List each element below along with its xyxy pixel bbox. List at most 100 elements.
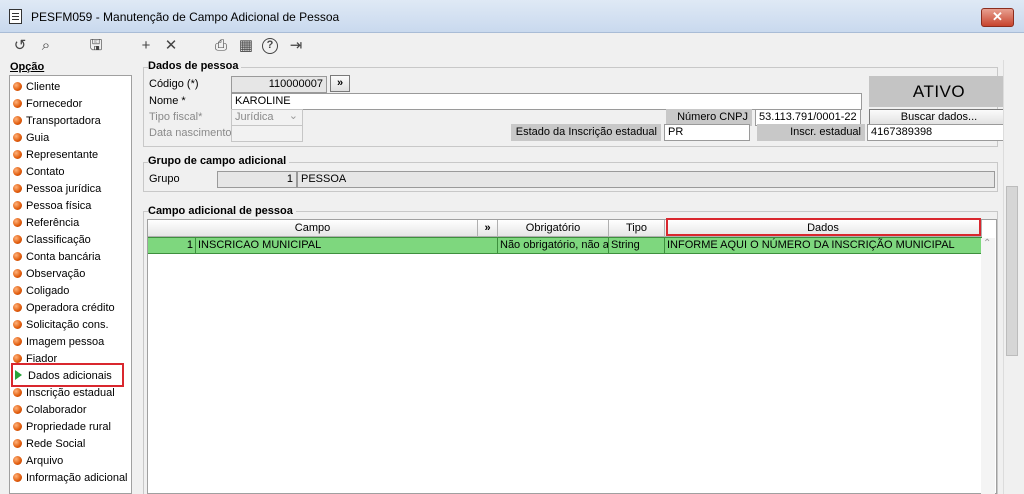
option-imagem-pessoa[interactable]: Imagem pessoa (13, 334, 104, 351)
bullet-icon (13, 201, 22, 210)
tipo-fiscal-label: Tipo fiscal* (149, 111, 203, 123)
bullet-icon (13, 82, 22, 91)
data-nascimento-field[interactable] (231, 125, 303, 142)
bullet-icon (13, 235, 22, 244)
tipo-fiscal-select[interactable]: Jurídica ⌄ (231, 109, 303, 126)
toolbar: ↺ ⌕ 🖫 + ✕ ⎙ ▦ ? ⇥ (0, 33, 1024, 59)
app-document-icon (9, 9, 22, 24)
option-classificacao[interactable]: Classificação (13, 232, 91, 249)
chevron-down-icon: ⌄ (288, 110, 298, 122)
grupo-label: Grupo (149, 173, 180, 185)
option-observacao[interactable]: Observação (13, 266, 85, 283)
nome-label: Nome * (149, 95, 186, 107)
col-header-nav-button[interactable]: » (478, 220, 498, 237)
option-transportadora[interactable]: Transportadora (13, 113, 101, 130)
option-conta-bancaria[interactable]: Conta bancária (13, 249, 101, 266)
cell-campo[interactable]: INSCRICAO MUNICIPAL (196, 238, 498, 253)
options-label: Opção (10, 61, 45, 73)
codigo-field[interactable]: 110000007 (231, 76, 327, 93)
option-contato[interactable]: Contato (13, 164, 65, 181)
cell-dados[interactable]: INFORME AQUI O NÚMERO DA INSCRIÇÃO MUNIC… (665, 238, 982, 253)
status-badge: ATIVO (869, 76, 1009, 107)
grupo-code-field[interactable]: 1 (217, 171, 297, 188)
nome-field[interactable]: KAROLINE (231, 93, 862, 110)
bullet-icon (13, 456, 22, 465)
estado-ie-label: Estado da Inscrição estadual (511, 124, 661, 141)
codigo-nav-button[interactable]: » (330, 75, 350, 92)
option-pessoa-juridica[interactable]: Pessoa jurídica (13, 181, 101, 198)
bullet-icon (13, 133, 22, 142)
option-cliente[interactable]: Cliente (13, 79, 60, 96)
option-arquivo[interactable]: Arquivo (13, 453, 63, 470)
bullet-icon (13, 303, 22, 312)
chevron-up-icon: ⌃ (983, 238, 992, 249)
options-list: Cliente Fornecedor Transportadora Guia R… (9, 75, 132, 494)
option-representante[interactable]: Representante (13, 147, 98, 164)
dados-column-highlight (666, 218, 981, 236)
bullet-icon (13, 337, 22, 346)
help-icon[interactable]: ? (262, 38, 278, 54)
add-icon[interactable]: + (137, 37, 155, 55)
inscr-estadual-field[interactable]: 4167389398 (867, 124, 1009, 141)
option-rede-social[interactable]: Rede Social (13, 436, 85, 453)
campo-adicional-grid: Campo » Obrigatório Tipo Dados 1 INSCRIC… (147, 219, 997, 494)
option-informacao-adicional[interactable]: Informação adicional (13, 470, 128, 487)
col-header-campo[interactable]: Campo (148, 220, 478, 237)
option-referencia[interactable]: Referência (13, 215, 79, 232)
close-button[interactable]: ✕ (981, 8, 1014, 27)
bullet-icon (13, 150, 22, 159)
col-header-obrigatorio[interactable]: Obrigatório (498, 220, 609, 237)
option-fornecedor[interactable]: Fornecedor (13, 96, 82, 113)
option-colaborador[interactable]: Colaborador (13, 402, 87, 419)
window-title: PESFM059 - Manutenção de Campo Adicional… (31, 10, 340, 24)
estado-ie-field[interactable]: PR (664, 124, 750, 141)
calendar-icon[interactable]: ▦ (237, 37, 255, 55)
table-row[interactable]: 1 INSCRICAO MUNICIPAL Não obrigatório, n… (148, 237, 982, 254)
exit-icon[interactable]: ⇥ (287, 37, 305, 55)
bullet-icon (13, 286, 22, 295)
bullet-icon (13, 252, 22, 261)
inscr-estadual-label: Inscr. estadual (757, 124, 865, 141)
bullet-icon (13, 388, 22, 397)
col-header-tipo[interactable]: Tipo (609, 220, 665, 237)
selected-option-highlight (11, 363, 124, 387)
dados-pessoa-title: Dados de pessoa (148, 60, 242, 72)
option-inscricao-estadual[interactable]: Inscrição estadual (13, 385, 115, 402)
bullet-icon (13, 405, 22, 414)
bullet-icon (13, 116, 22, 125)
grupo-name-field[interactable]: PESSOA (297, 171, 995, 188)
undo-icon[interactable]: ↺ (11, 37, 29, 55)
option-solicitacao-cons[interactable]: Solicitação cons. (13, 317, 109, 334)
search-icon[interactable]: ⌕ (37, 37, 55, 55)
bullet-icon (13, 439, 22, 448)
main-scrollbar[interactable] (1003, 60, 1020, 494)
delete-icon[interactable]: ✕ (162, 37, 180, 55)
cell-obrigatorio[interactable]: Não obrigatório, não a (498, 238, 609, 253)
data-nascimento-label: Data nascimento (149, 127, 232, 139)
bullet-icon (13, 184, 22, 193)
bullet-icon (13, 269, 22, 278)
tipo-fiscal-value: Jurídica (235, 111, 274, 123)
grid-scrollbar[interactable]: ⌃ (981, 238, 995, 494)
codigo-label: Código (*) (149, 78, 199, 90)
bullet-icon (13, 218, 22, 227)
grupo-title: Grupo de campo adicional (148, 155, 290, 167)
bullet-icon (13, 422, 22, 431)
bullet-icon (13, 99, 22, 108)
bullet-icon (13, 473, 22, 482)
scrollbar-thumb[interactable] (1006, 186, 1018, 356)
option-pessoa-fisica[interactable]: Pessoa física (13, 198, 91, 215)
row-number: 1 (148, 238, 196, 253)
print-icon[interactable]: ⎙ (212, 37, 230, 55)
option-coligado[interactable]: Coligado (13, 283, 69, 300)
bullet-icon (13, 167, 22, 176)
campo-adicional-title: Campo adicional de pessoa (148, 205, 296, 217)
option-operadora-credito[interactable]: Operadora crédito (13, 300, 115, 317)
bullet-icon (13, 354, 22, 363)
cell-tipo[interactable]: String (609, 238, 665, 253)
title-bar: PESFM059 - Manutenção de Campo Adicional… (0, 0, 1024, 33)
option-guia[interactable]: Guia (13, 130, 49, 147)
save-icon[interactable]: 🖫 (87, 37, 105, 55)
bullet-icon (13, 320, 22, 329)
option-propriedade-rural[interactable]: Propriedade rural (13, 419, 111, 436)
